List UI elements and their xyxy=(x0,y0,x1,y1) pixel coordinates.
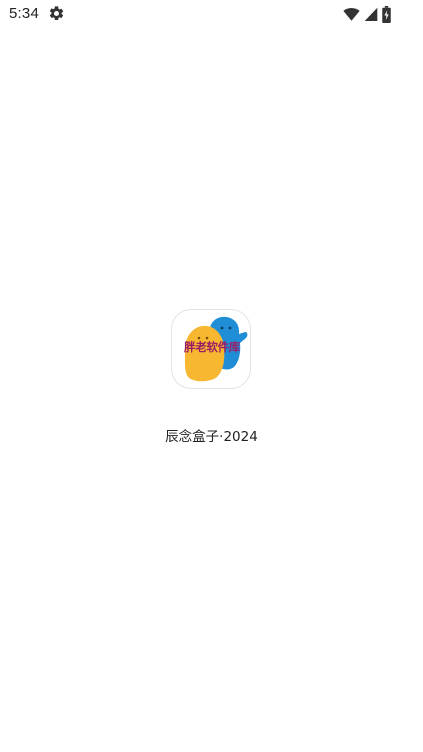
status-bar: 5:34 xyxy=(0,0,423,28)
settings-icon xyxy=(48,5,65,22)
app-icon-text: 胖老软件库 xyxy=(184,340,240,354)
status-icons xyxy=(343,5,391,23)
splash-screen: 5:34 胖老软件库 辰念盒子·2024 xyxy=(0,0,423,752)
app-name: 辰念盒子·2024 xyxy=(165,429,258,445)
cell-signal-icon xyxy=(364,6,378,22)
battery-charging-icon xyxy=(382,5,391,23)
status-time: 5:34 xyxy=(9,5,39,22)
wifi-icon xyxy=(343,6,360,22)
app-icon: 胖老软件库 xyxy=(171,309,251,389)
